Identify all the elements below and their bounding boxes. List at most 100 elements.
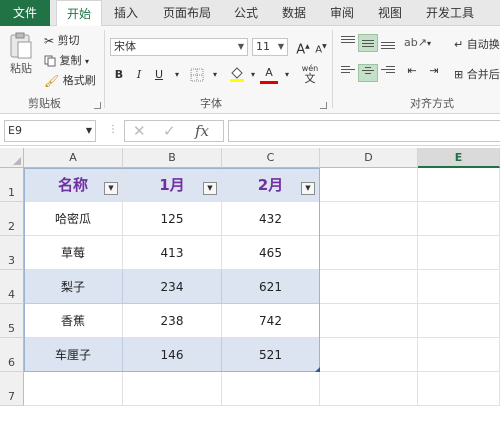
table-cell[interactable]: 413: [123, 236, 222, 270]
tab-formulas[interactable]: 公式: [226, 0, 266, 26]
filter-dropdown-icon[interactable]: ▼: [203, 182, 217, 195]
table-cell[interactable]: 621: [222, 270, 320, 304]
borders-button[interactable]: [188, 66, 206, 84]
table-cell[interactable]: 234: [123, 270, 222, 304]
table-cell[interactable]: 125: [123, 202, 222, 236]
formula-input[interactable]: [228, 120, 500, 142]
filter-dropdown-icon[interactable]: ▼: [301, 182, 315, 195]
column-header-e[interactable]: E: [418, 148, 500, 168]
tab-file[interactable]: 文件: [0, 0, 50, 26]
font-size-combo[interactable]: 11 ▼: [252, 38, 288, 56]
table-cell[interactable]: 草莓: [24, 236, 123, 270]
font-color-button[interactable]: A: [260, 64, 278, 84]
paste-button[interactable]: 粘贴: [6, 32, 36, 76]
table-cell[interactable]: 香蕉: [24, 304, 123, 338]
table-cell[interactable]: 465: [222, 236, 320, 270]
empty-cell[interactable]: [418, 202, 500, 236]
clipboard-launcher-icon[interactable]: [94, 102, 101, 109]
merge-center-button[interactable]: ⊞ 合并后: [454, 66, 500, 82]
copy-button[interactable]: 复制 ▾: [44, 52, 89, 68]
grow-font-button[interactable]: A▲: [294, 38, 312, 58]
paste-icon: [10, 32, 32, 59]
format-painter-button[interactable]: 🖌 格式刷: [44, 72, 96, 88]
table-cell[interactable]: 432: [222, 202, 320, 236]
align-left-button[interactable]: [338, 64, 358, 82]
bold-button[interactable]: B: [110, 66, 128, 84]
filter-dropdown-icon[interactable]: ▼: [104, 182, 118, 195]
wrap-text-button[interactable]: ↵ 自动换: [454, 36, 500, 52]
empty-cell[interactable]: [320, 372, 418, 406]
table-cell[interactable]: 车厘子: [24, 338, 123, 372]
insert-function-icon[interactable]: fx: [195, 122, 209, 140]
empty-cell[interactable]: [418, 168, 500, 202]
row-header-2[interactable]: 2: [0, 202, 24, 236]
table-cell[interactable]: 742: [222, 304, 320, 338]
table-resize-handle[interactable]: [315, 367, 320, 372]
row-header-6[interactable]: 6: [0, 338, 24, 372]
italic-button[interactable]: I: [130, 66, 148, 84]
increase-indent-button[interactable]: ⇥: [424, 64, 444, 82]
column-header-c[interactable]: C: [222, 148, 320, 168]
row-header-3[interactable]: 3: [0, 236, 24, 270]
empty-cell[interactable]: [418, 338, 500, 372]
font-launcher-icon[interactable]: [320, 102, 327, 109]
orientation-button[interactable]: ab↗▾: [404, 36, 431, 49]
row-header-5[interactable]: 5: [0, 304, 24, 338]
empty-cell[interactable]: [320, 304, 418, 338]
table-cell[interactable]: 梨子: [24, 270, 123, 304]
enter-icon[interactable]: ✓: [163, 122, 176, 140]
tab-view[interactable]: 视图: [370, 0, 410, 26]
table-header-cell[interactable]: 2月 ▼: [222, 168, 320, 202]
wrap-text-icon: ↵: [454, 38, 464, 51]
cancel-icon[interactable]: ✕: [133, 122, 146, 140]
table-cell[interactable]: 146: [123, 338, 222, 372]
empty-cell[interactable]: [222, 372, 320, 406]
align-bottom-button[interactable]: [378, 34, 398, 52]
select-all-corner[interactable]: [0, 148, 24, 168]
table-cell[interactable]: 238: [123, 304, 222, 338]
empty-cell[interactable]: [418, 372, 500, 406]
tab-developer[interactable]: 开发工具: [418, 0, 482, 26]
empty-cell[interactable]: [320, 202, 418, 236]
grow-font-icon: A: [296, 42, 306, 58]
tab-page-layout[interactable]: 页面布局: [156, 0, 218, 26]
align-right-button[interactable]: [378, 64, 398, 82]
row-header-4[interactable]: 4: [0, 270, 24, 304]
row-header-1[interactable]: 1: [0, 168, 24, 202]
font-name-combo[interactable]: 宋体 ▼: [110, 38, 248, 56]
chevron-down-icon[interactable]: ▾: [206, 66, 224, 84]
align-top-button[interactable]: [338, 34, 358, 52]
decrease-indent-button[interactable]: ⇤: [402, 64, 422, 82]
tab-review[interactable]: 审阅: [322, 0, 362, 26]
empty-cell[interactable]: [320, 338, 418, 372]
name-box[interactable]: E9 ▼: [4, 120, 96, 142]
chevron-down-icon[interactable]: ▾: [278, 66, 296, 84]
empty-cell[interactable]: [320, 236, 418, 270]
table-header-cell[interactable]: 1月 ▼: [123, 168, 222, 202]
empty-cell[interactable]: [24, 372, 123, 406]
shrink-font-button[interactable]: A▼: [312, 38, 330, 56]
empty-cell[interactable]: [320, 168, 418, 202]
column-header-a[interactable]: A: [24, 148, 123, 168]
empty-cell[interactable]: [418, 304, 500, 338]
tab-home[interactable]: 开始: [56, 0, 102, 27]
row-header-7[interactable]: 7: [0, 372, 24, 406]
empty-cell[interactable]: [418, 236, 500, 270]
table-cell[interactable]: 哈密瓜: [24, 202, 123, 236]
align-middle-button[interactable]: [358, 34, 378, 52]
underline-button[interactable]: U: [150, 66, 168, 84]
worksheet-grid: A B C D E 1 2 3 4 5 6 7 名称 ▼ 1月 ▼ 2月 ▼ 哈…: [0, 148, 500, 406]
align-center-button[interactable]: [358, 64, 378, 82]
empty-cell[interactable]: [418, 270, 500, 304]
table-header-cell[interactable]: 名称 ▼: [24, 168, 123, 202]
tab-data[interactable]: 数据: [274, 0, 314, 26]
column-header-b[interactable]: B: [123, 148, 222, 168]
empty-cell[interactable]: [123, 372, 222, 406]
empty-cell[interactable]: [320, 270, 418, 304]
column-header-d[interactable]: D: [320, 148, 418, 168]
tab-insert[interactable]: 插入: [106, 0, 146, 26]
phonetic-button[interactable]: wén 文: [298, 64, 322, 84]
table-cell[interactable]: 521: [222, 338, 320, 372]
cut-button[interactable]: ✂ 剪切: [44, 32, 80, 48]
chevron-down-icon[interactable]: ▾: [168, 66, 186, 84]
